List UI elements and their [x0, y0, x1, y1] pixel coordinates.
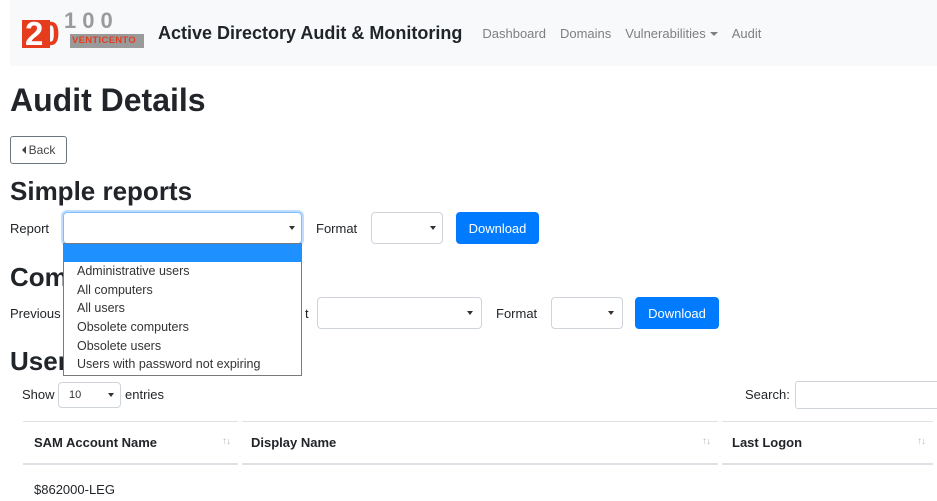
nav-vulnerabilities[interactable]: Vulnerabilities: [625, 25, 718, 41]
dropdown-option[interactable]: Users with password not expiring: [64, 355, 301, 374]
back-button-label: Back: [28, 143, 56, 157]
column-header-label: Display Name: [251, 435, 337, 450]
sort-icon: ↑↓: [222, 436, 231, 447]
navbar: 20 100 VENTICENTO Active Directory Audit…: [10, 0, 937, 66]
column-header-label: SAM Account Name: [34, 435, 158, 450]
column-header-sam[interactable]: SAM Account Name ↑↓: [23, 421, 238, 465]
report-dropdown-list: Administrative users All computers All u…: [63, 243, 302, 376]
nav-audit[interactable]: Audit: [732, 26, 762, 41]
nav-vulnerabilities-label: Vulnerabilities: [625, 25, 706, 41]
sort-icon: ↑↓: [702, 436, 711, 447]
caret-down-icon: [709, 32, 718, 37]
entries-select[interactable]: 10: [58, 382, 121, 408]
nav-dashboard[interactable]: Dashboard: [482, 26, 546, 41]
label-partial-t: t: [305, 306, 309, 321]
caret-left-icon: [21, 146, 26, 154]
comparison-download-button[interactable]: Download: [635, 297, 719, 329]
simple-reports-heading: Simple reports: [10, 176, 193, 206]
dropdown-option[interactable]: All users: [64, 299, 301, 318]
column-header-label: Last Logon: [732, 435, 803, 450]
back-button[interactable]: Back: [10, 136, 67, 164]
brand-logo[interactable]: 20 100 VENTICENTO: [22, 8, 148, 52]
comparison-heading: Com: [10, 262, 68, 292]
show-label: Show: [22, 387, 55, 402]
report-label: Report: [10, 221, 50, 236]
dropdown-option[interactable]: Obsolete computers: [64, 318, 301, 337]
logo-sub: 100: [64, 8, 119, 33]
dropdown-option[interactable]: All computers: [64, 281, 301, 300]
logo-number: 20: [25, 15, 60, 52]
format-label: Format: [316, 221, 358, 236]
previous-label: Previous: [10, 306, 61, 321]
entries-label: entries: [125, 387, 165, 402]
search-label: Search:: [745, 387, 790, 402]
download-button[interactable]: Download: [456, 212, 539, 244]
chevron-down-icon: [430, 226, 436, 230]
comparison-format-select[interactable]: [551, 297, 623, 329]
nav-links: Dashboard Domains Vulnerabilities Audit: [474, 26, 767, 41]
entries-value: 10: [69, 389, 82, 401]
chevron-down-icon: [467, 311, 473, 315]
report-select[interactable]: [63, 212, 302, 244]
chevron-down-icon: [108, 393, 114, 397]
comparison-format-label: Format: [496, 306, 538, 321]
dropdown-option-empty-selected[interactable]: [64, 244, 301, 262]
chevron-down-icon: [608, 311, 614, 315]
table-cell-sam: $862000-LEG: [34, 482, 115, 497]
column-header-last-logon[interactable]: Last Logon ↑↓: [722, 421, 933, 465]
comparison-select[interactable]: [317, 297, 482, 329]
search-input[interactable]: [795, 381, 937, 409]
users-heading: User: [10, 346, 68, 376]
dropdown-option[interactable]: Administrative users: [64, 262, 301, 281]
logo-text: VENTICENTO: [72, 35, 137, 46]
dropdown-option[interactable]: Obsolete users: [64, 337, 301, 356]
nav-domains[interactable]: Domains: [560, 26, 611, 41]
page-title: Audit Details: [10, 82, 206, 118]
brand-title[interactable]: Active Directory Audit & Monitoring: [158, 23, 462, 44]
chevron-down-icon: [289, 226, 295, 230]
column-header-display-name[interactable]: Display Name ↑↓: [242, 421, 718, 465]
format-select[interactable]: [371, 212, 443, 244]
sort-icon: ↑↓: [917, 436, 926, 447]
